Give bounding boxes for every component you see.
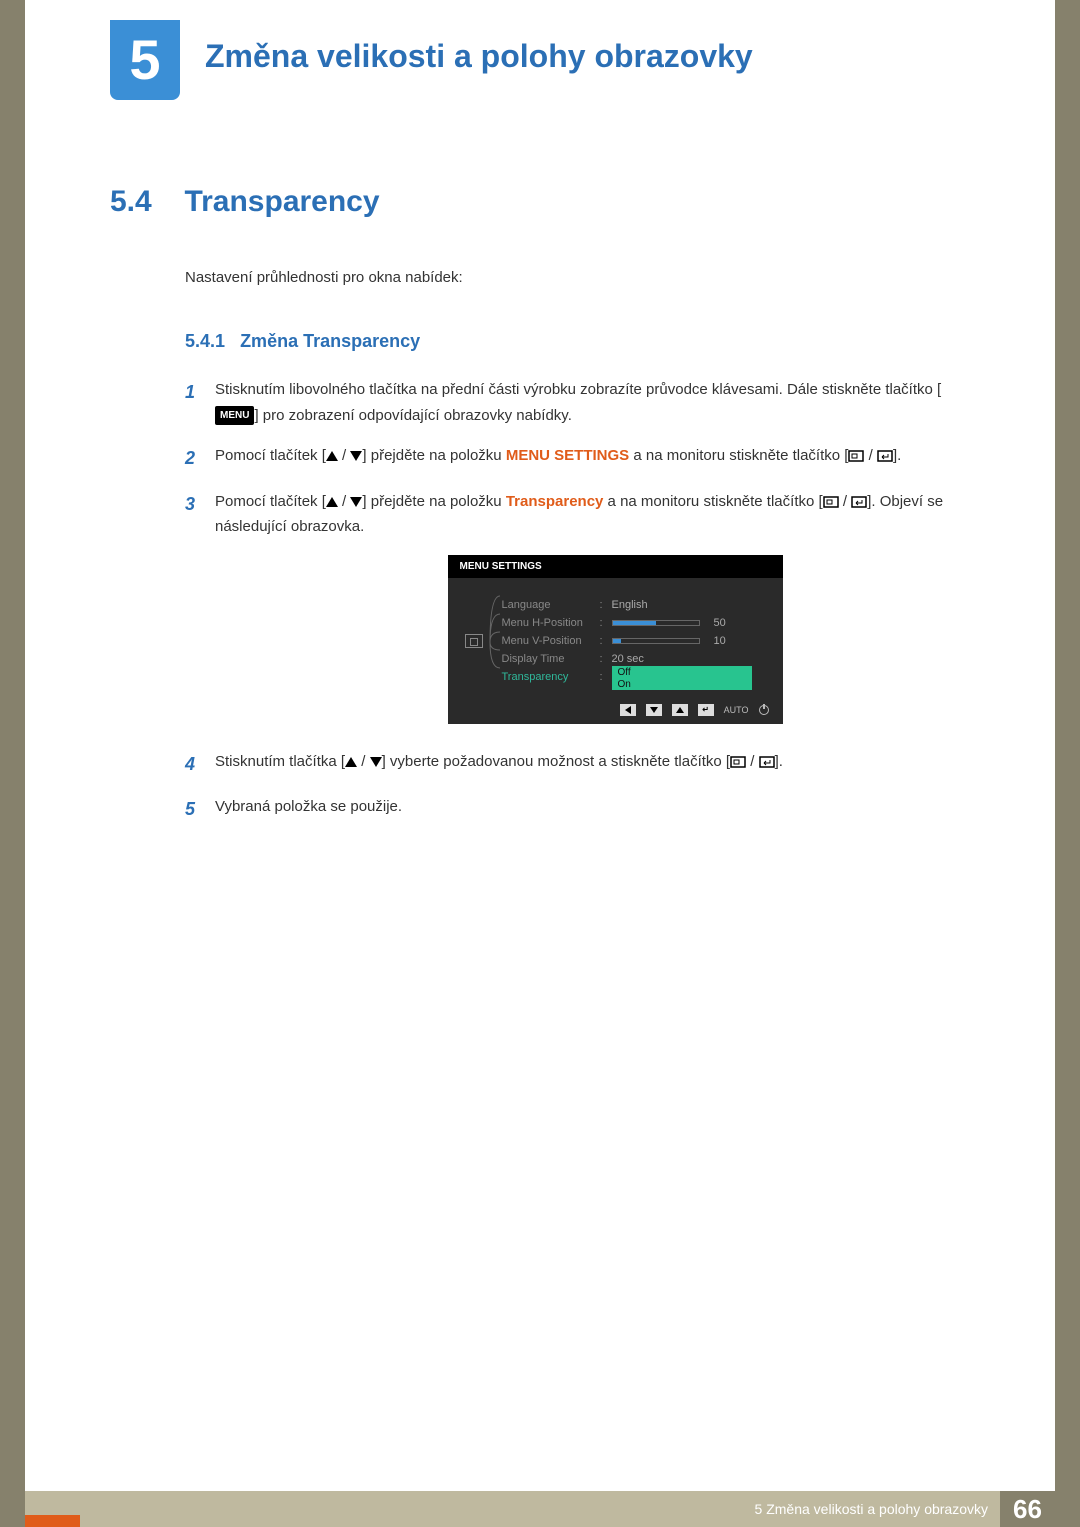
osd-back-icon: [620, 704, 636, 716]
chapter-title: Změna velikosti a polohy obrazovky: [205, 38, 753, 75]
osd-value: 20 sec: [612, 653, 644, 665]
down-arrow-icon: [370, 757, 382, 767]
osd-enter-icon: ↵: [698, 704, 714, 716]
footer-accent: [25, 1515, 80, 1527]
text: ].: [775, 753, 783, 770]
section-body: 5.4 Transparency Nastavení průhlednosti …: [110, 185, 970, 840]
text: a na monitoru stiskněte tlačítko [: [603, 493, 822, 510]
text: Pomocí tlačítek [: [215, 493, 326, 510]
osd-power-icon: [759, 705, 769, 715]
source-icon: [823, 496, 839, 508]
colon: :: [600, 617, 606, 629]
osd-value: 10: [714, 635, 726, 647]
text: ] přejděte na položku: [362, 493, 505, 510]
colon: :: [600, 599, 606, 611]
osd-label: Display Time: [502, 653, 594, 665]
down-arrow-icon: [350, 451, 362, 461]
osd-slider: [612, 638, 700, 644]
section-title: Transparency: [184, 185, 379, 219]
text: ].: [893, 447, 901, 464]
osd-footer-buttons: ↵ AUTO: [448, 696, 783, 720]
source-icon: [730, 756, 746, 768]
step-1: 1 Stisknutím libovolného tlačítka na pře…: [185, 377, 970, 428]
text: Stisknutím tlačítka [: [215, 753, 345, 770]
step-5: 5 Vybraná položka se použije.: [185, 794, 970, 825]
step-number: 1: [185, 377, 215, 428]
osd-bracket: [488, 596, 502, 686]
osd-title: MENU SETTINGS: [448, 555, 783, 578]
osd-row-transparency: Transparency : Off On: [502, 668, 771, 686]
section-intro: Nastavení průhlednosti pro okna nabídek:: [185, 269, 970, 286]
step-3: 3 Pomocí tlačítek [ / ] přejděte na polo…: [185, 489, 970, 540]
subsection-title: Změna Transparency: [240, 331, 420, 351]
chapter-badge: 5: [110, 20, 180, 100]
osd-row-hposition: Menu H-Position : 50: [502, 614, 771, 632]
step-number: 4: [185, 749, 215, 780]
colon: :: [600, 671, 606, 683]
osd-up-icon: [672, 704, 688, 716]
osd-row-vposition: Menu V-Position : 10: [502, 632, 771, 650]
source-icon: [848, 450, 864, 462]
osd-options: Off On: [612, 666, 752, 690]
step-2: 2 Pomocí tlačítek [ / ] přejděte na polo…: [185, 443, 970, 474]
colon: :: [600, 635, 606, 647]
osd-panel: MENU SETTINGS Language : English: [448, 555, 783, 724]
osd-value: English: [612, 599, 648, 611]
step-text: Vybraná položka se použije.: [215, 794, 970, 825]
up-arrow-icon: [326, 451, 338, 461]
osd-label: Menu H-Position: [502, 617, 594, 629]
osd-row-language: Language : English: [502, 596, 771, 614]
step-text: Pomocí tlačítek [ / ] přejděte na položk…: [215, 443, 970, 474]
osd-label-active: Transparency: [502, 671, 594, 683]
step-text: Stisknutím tlačítka [ / ] vyberte požado…: [215, 749, 970, 780]
osd-body: Language : English Menu H-Position : 50: [448, 578, 783, 696]
page-number: 66: [1000, 1491, 1055, 1527]
osd-option-off: Off: [612, 666, 752, 678]
subsection-heading: 5.4.1 Změna Transparency: [185, 331, 970, 352]
emphasis: Transparency: [506, 493, 604, 510]
page-footer: 5 Změna velikosti a polohy obrazovky 66: [25, 1491, 1055, 1527]
osd-category-icon: [460, 596, 488, 686]
osd-list: Language : English Menu H-Position : 50: [502, 596, 771, 686]
manual-page: 5 Změna velikosti a polohy obrazovky 5.4…: [25, 0, 1055, 1527]
footer-text: 5 Změna velikosti a polohy obrazovky: [755, 1501, 988, 1517]
text: Pomocí tlačítek [: [215, 447, 326, 464]
up-arrow-icon: [345, 757, 357, 767]
step-text: Pomocí tlačítek [ / ] přejděte na položk…: [215, 489, 970, 540]
step-number: 5: [185, 794, 215, 825]
osd-label: Language: [502, 599, 594, 611]
emphasis: MENU SETTINGS: [506, 447, 629, 464]
text: ] vyberte požadovanou možnost a stisknět…: [382, 753, 731, 770]
down-arrow-icon: [350, 497, 362, 507]
subsection-number: 5.4.1: [185, 331, 225, 351]
osd-value: 50: [714, 617, 726, 629]
text: ] pro zobrazení odpovídající obrazovky n…: [254, 407, 571, 424]
step-number: 3: [185, 489, 215, 540]
up-arrow-icon: [326, 497, 338, 507]
text: a na monitoru stiskněte tlačítko [: [629, 447, 848, 464]
step-number: 2: [185, 443, 215, 474]
enter-icon: [759, 756, 775, 768]
text: ] přejděte na položku: [362, 447, 505, 464]
osd-slider: [612, 620, 700, 626]
colon: :: [600, 653, 606, 665]
enter-icon: [877, 450, 893, 462]
osd-screenshot: MENU SETTINGS Language : English: [260, 555, 970, 724]
section-number: 5.4: [110, 185, 180, 219]
menu-button-icon: MENU: [215, 406, 254, 425]
text: Stisknutím libovolného tlačítka na předn…: [215, 381, 941, 398]
step-4: 4 Stisknutím tlačítka [ / ] vyberte poža…: [185, 749, 970, 780]
osd-auto-label: AUTO: [724, 705, 749, 715]
steps-list: 1 Stisknutím libovolného tlačítka na pře…: [185, 377, 970, 825]
enter-icon: [851, 496, 867, 508]
osd-label: Menu V-Position: [502, 635, 594, 647]
step-text: Stisknutím libovolného tlačítka na předn…: [215, 377, 970, 428]
osd-option-on: On: [612, 678, 752, 690]
osd-down-icon: [646, 704, 662, 716]
